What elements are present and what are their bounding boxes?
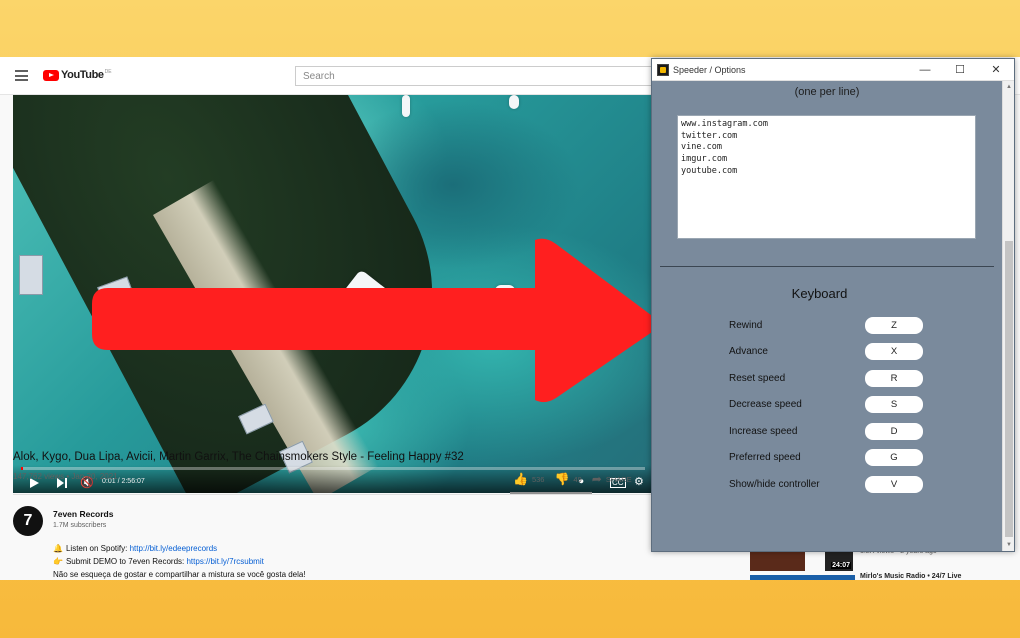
- spotify-link[interactable]: http://bit.ly/edeeprecords: [130, 544, 218, 553]
- sidebar-next-title[interactable]: Mirlo's Music Radio • 24/7 Live: [860, 573, 961, 580]
- shortcut-row-advance: Advance X: [729, 343, 929, 361]
- window-title: Speeder / Options: [673, 65, 746, 75]
- shortcut-row-preferred: Preferred speed G: [729, 449, 929, 467]
- description-line: 🔔 Listen on Spotify: http://bit.ly/edeepr…: [53, 544, 218, 553]
- video-title: Alok, Kygo, Dua Lipa, Avicii, Martin Gar…: [13, 451, 464, 463]
- video-player[interactable]: 🔇 0:01 / 2:56:07 ⏺ CC ⚙: [13, 95, 653, 493]
- like-count: 536: [531, 474, 545, 484]
- progress-fill: [21, 467, 24, 470]
- description-line: Não se esqueça de gostar e compartilhar …: [53, 570, 306, 579]
- shortcut-key-input[interactable]: X: [865, 343, 923, 360]
- channel-subscribers: 1.7M subscribers: [53, 522, 107, 529]
- like-ratio-bar: [510, 492, 592, 494]
- shortcut-row-reset: Reset speed R: [729, 370, 929, 388]
- youtube-logo-country: DE: [104, 69, 112, 75]
- shortcut-label: Preferred speed: [729, 452, 801, 463]
- video-meta: 147,762 views • Jan 20, 2021: [13, 472, 118, 481]
- scrollbar-thumb[interactable]: [1005, 241, 1013, 537]
- window-scrollbar[interactable]: ▲ ▼: [1002, 81, 1014, 551]
- youtube-play-logo-icon: [43, 69, 59, 81]
- shortcut-label: Reset speed: [729, 373, 786, 384]
- shortcut-row-rewind: Rewind Z: [729, 317, 929, 335]
- shortcut-label: Decrease speed: [729, 399, 802, 410]
- thumbs-down-icon: 👎: [554, 472, 570, 486]
- channel-name[interactable]: 7even Records: [53, 509, 113, 519]
- scroll-down-icon[interactable]: ▼: [1006, 542, 1012, 548]
- sidebar-thumbnail[interactable]: 24:07: [825, 551, 853, 571]
- video-boat: [495, 285, 515, 327]
- section-divider: [660, 266, 994, 267]
- blacklist-textarea[interactable]: www.instagram.com twitter.com vine.com i…: [677, 115, 976, 239]
- dislike-count: 49: [573, 474, 582, 484]
- shortcut-key-input[interactable]: G: [865, 449, 923, 466]
- shortcut-label: Rewind: [729, 320, 763, 331]
- shortcut-key-input[interactable]: Z: [865, 317, 923, 334]
- menu-icon[interactable]: [15, 70, 28, 81]
- maximize-button[interactable]: ☐: [952, 62, 968, 78]
- minimize-button[interactable]: —: [917, 62, 933, 78]
- shortcut-key-input[interactable]: D: [865, 423, 923, 440]
- video-boat: [509, 95, 519, 109]
- shortcut-label: Show/hide controller: [729, 479, 820, 490]
- shortcut-label: Increase speed: [729, 426, 798, 437]
- window-titlebar[interactable]: Speeder / Options — ☐ ✕: [652, 59, 1014, 81]
- shortcut-key-input[interactable]: R: [865, 370, 923, 387]
- shortcut-key-input[interactable]: V: [865, 476, 923, 493]
- pointing-hand-icon: 👉: [53, 557, 63, 566]
- shortcut-row-controller: Show/hide controller V: [729, 476, 929, 494]
- search-input[interactable]: Search: [295, 66, 655, 86]
- shortcut-key-input[interactable]: S: [865, 396, 923, 413]
- description-line: 👉 Submit DEMO to 7even Records: https://b…: [53, 557, 264, 566]
- close-button[interactable]: ✕: [988, 62, 1004, 78]
- channel-avatar[interactable]: 7: [13, 506, 43, 536]
- video-boat: [429, 293, 437, 311]
- shortcut-row-increase: Increase speed D: [729, 423, 929, 441]
- progress-bar[interactable]: [21, 467, 645, 470]
- info-divider: [13, 494, 653, 495]
- sidebar-thumbnail[interactable]: [750, 575, 855, 580]
- bell-icon: 🔔: [53, 544, 63, 553]
- video-actions: 👍 536 👎 49 ➦ SHARE: [513, 472, 642, 486]
- speeder-options-window: Speeder / Options — ☐ ✕ (one per line) w…: [651, 58, 1015, 552]
- options-content: (one per line) www.instagram.com twitter…: [652, 81, 1002, 551]
- sidebar-thumbnail[interactable]: [750, 551, 805, 571]
- video-boat: [402, 95, 410, 117]
- blacklist-hint: (one per line): [794, 86, 860, 98]
- submit-demo-link[interactable]: https://bit.ly/7rcsubmit: [186, 557, 263, 566]
- youtube-logo-text: YouTube: [61, 69, 104, 81]
- share-label: SHARE: [605, 474, 632, 484]
- share-button[interactable]: ➦ SHARE: [592, 472, 632, 486]
- scroll-up-icon[interactable]: ▲: [1006, 84, 1012, 90]
- youtube-logo[interactable]: YouTube DE: [43, 69, 112, 81]
- like-button[interactable]: 👍 536: [513, 472, 544, 486]
- shortcut-row-decrease: Decrease speed S: [729, 396, 929, 414]
- shortcut-label: Advance: [729, 346, 768, 357]
- keyboard-heading: Keyboard: [791, 286, 848, 301]
- share-icon: ➦: [591, 472, 602, 486]
- app-icon: [657, 64, 669, 76]
- video-house: [19, 255, 43, 295]
- dislike-button[interactable]: 👎 49: [554, 472, 581, 486]
- video-duration: 24:07: [831, 562, 851, 569]
- thumbs-up-icon: 👍: [513, 472, 528, 486]
